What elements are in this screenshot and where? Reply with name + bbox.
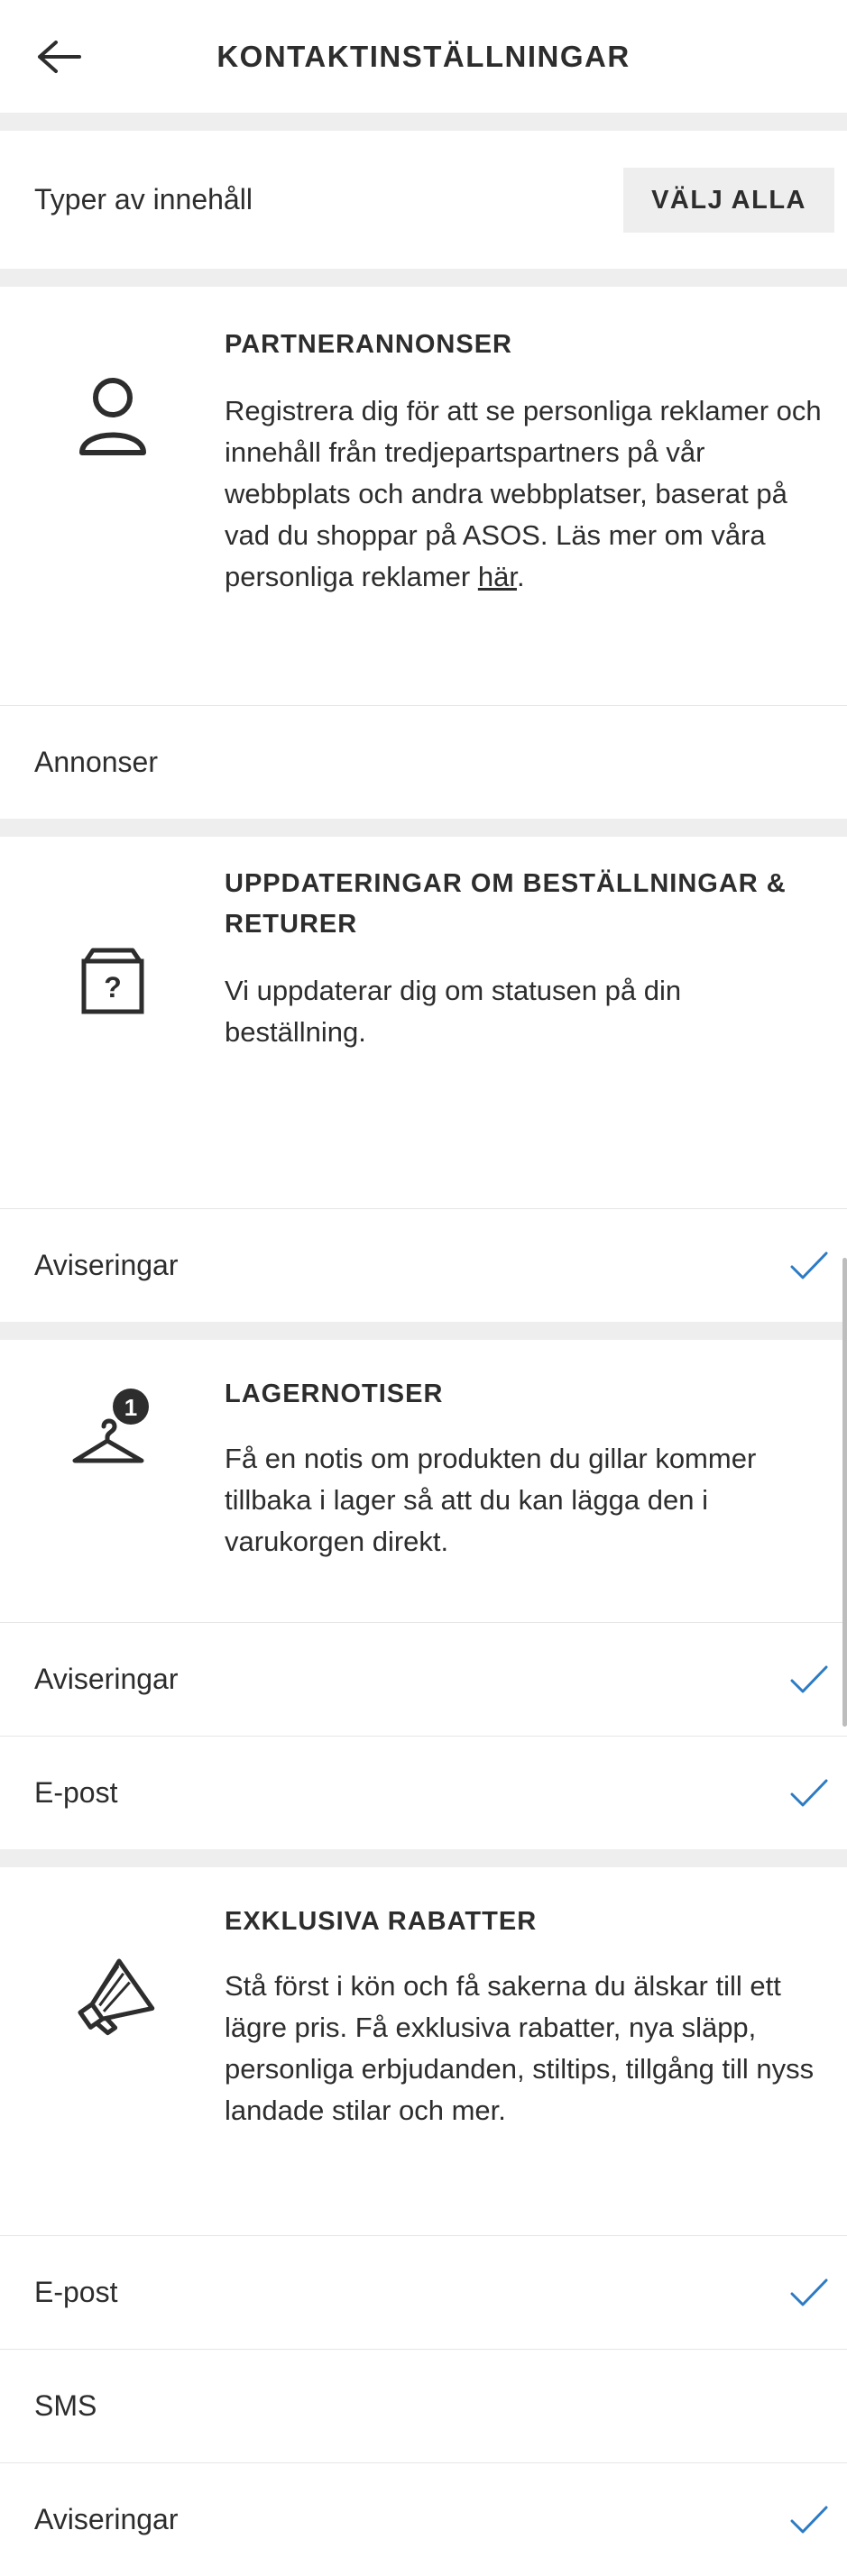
- section-description: Stå först i kön och få sakerna du älskar…: [225, 1970, 815, 2126]
- section-title: UPPDATERINGAR OM BESTÄLLNINGAR & RETURER: [225, 869, 787, 939]
- section-title: EXKLUSIVA RABATTER: [225, 1907, 538, 1936]
- setting-label: Aviseringar: [34, 1663, 179, 1695]
- setting-label: Aviseringar: [34, 2503, 179, 2535]
- read-more-link[interactable]: här: [478, 561, 517, 592]
- hanger-badge-icon: 1: [72, 1389, 149, 1463]
- setting-row-aviseringar[interactable]: Aviseringar: [0, 2462, 847, 2576]
- section-title: LAGERNOTISER: [225, 1380, 444, 1408]
- divider: [0, 1322, 847, 1340]
- divider: [0, 113, 847, 131]
- checkmark-icon: [790, 1779, 828, 1806]
- setting-row-e-post[interactable]: E-post: [0, 2235, 847, 2349]
- page-title: KONTAKTINSTÄLLNINGAR: [216, 39, 631, 73]
- scrollbar[interactable]: [842, 1258, 847, 1727]
- setting-row-aviseringar[interactable]: Aviseringar: [0, 1622, 847, 1736]
- section-order-updates: ? UPPDATERINGAR OM BESTÄLLNINGAR & RETUR…: [0, 837, 847, 1322]
- checkmark-icon: [790, 1251, 828, 1279]
- content-types-bar: Typer av innehåll VÄLJ ALLA: [0, 131, 847, 269]
- svg-text:?: ?: [104, 971, 122, 1004]
- arrow-left-icon[interactable]: [32, 34, 87, 79]
- section-partner-ads: PARTNERANNONSER Registrera dig för att s…: [0, 287, 847, 819]
- divider: [0, 1849, 847, 1867]
- notification-badge: 1: [124, 1394, 136, 1421]
- section-description: Registrera dig för att se personliga rek…: [225, 395, 822, 592]
- content-types-label: Typer av innehåll: [34, 183, 253, 215]
- setting-label: E-post: [34, 1776, 118, 1809]
- divider: [0, 269, 847, 287]
- section-stock-notices: 1 LAGERNOTISER Få en notis om produkten …: [0, 1340, 847, 1849]
- setting-label: Annonser: [34, 746, 158, 778]
- divider: [0, 819, 847, 837]
- setting-label: E-post: [34, 2276, 118, 2308]
- top-bar: KONTAKTINSTÄLLNINGAR: [0, 0, 847, 113]
- setting-label: SMS: [34, 2389, 97, 2422]
- package-question-icon: ?: [81, 948, 143, 1014]
- checkmark-icon: [790, 2506, 828, 2533]
- section-description: Få en notis om produkten du gillar komme…: [225, 1443, 757, 1557]
- setting-row-annonser[interactable]: Annonser: [0, 705, 847, 819]
- select-all-button[interactable]: VÄLJ ALLA: [623, 167, 834, 233]
- setting-row-aviseringar[interactable]: Aviseringar: [0, 1208, 847, 1322]
- section-description: Vi uppdaterar dig om statusen på din bes…: [225, 975, 682, 1048]
- setting-row-sms[interactable]: SMS: [0, 2349, 847, 2462]
- section-title: PARTNERANNONSER: [225, 330, 512, 359]
- section-exclusive-discounts: EXKLUSIVA RABATTER Stå först i kön och f…: [0, 1867, 847, 2576]
- checkmark-icon: [790, 2278, 828, 2306]
- setting-label: Aviseringar: [34, 1249, 179, 1281]
- setting-row-e-post[interactable]: E-post: [0, 1736, 847, 1849]
- user-icon: [78, 378, 146, 455]
- checkmark-icon: [790, 1665, 828, 1692]
- megaphone-icon: [77, 1958, 154, 2036]
